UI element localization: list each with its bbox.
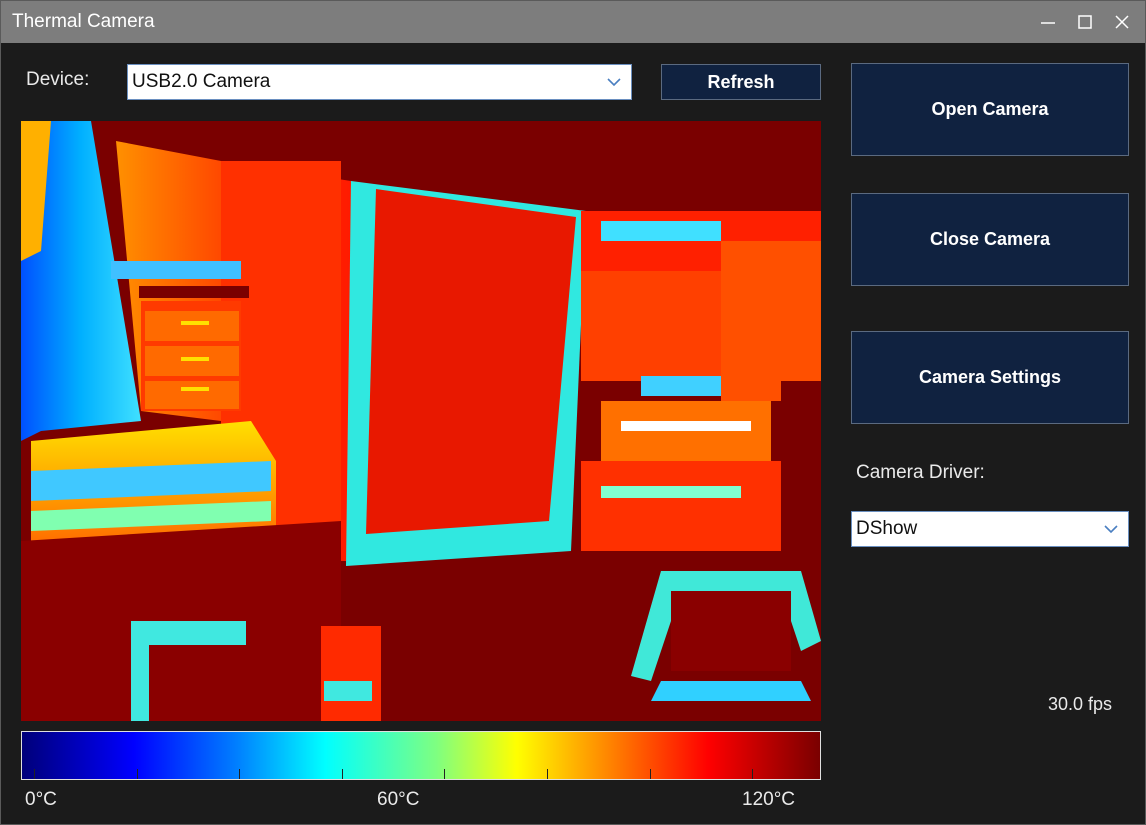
- colorbar-tick: [137, 769, 138, 779]
- thermal-image: [21, 121, 821, 721]
- fps-readout: 30.0 fps: [1048, 694, 1113, 714]
- camera-settings-button[interactable]: Camera Settings: [851, 331, 1129, 424]
- chevron-down-icon[interactable]: [1104, 512, 1118, 546]
- app-window: Thermal Camera Device: USB2.0 Camera Ref…: [0, 0, 1146, 825]
- colorbar-min-label: 0°C: [25, 789, 57, 810]
- colorbar-tick: [444, 769, 445, 779]
- device-select-value: USB2.0 Camera: [132, 71, 271, 92]
- colorbar-tick: [342, 769, 343, 779]
- camera-driver-label: Camera Driver:: [856, 462, 985, 483]
- temperature-colorbar: [21, 731, 821, 780]
- minimize-icon[interactable]: [1033, 7, 1063, 37]
- colorbar-tick: [650, 769, 651, 779]
- refresh-button[interactable]: Refresh: [661, 64, 821, 100]
- thermal-image-view: [21, 121, 821, 721]
- camera-driver-select[interactable]: DShow: [851, 511, 1129, 547]
- colorbar-tick: [547, 769, 548, 779]
- open-camera-button[interactable]: Open Camera: [851, 63, 1129, 156]
- chevron-down-icon[interactable]: [607, 65, 621, 99]
- close-icon[interactable]: [1107, 7, 1137, 37]
- window-title: Thermal Camera: [12, 11, 155, 32]
- colorbar-tick: [34, 769, 35, 779]
- colorbar-mid-label: 60°C: [377, 789, 420, 810]
- colorbar-max-label: 120°C: [742, 789, 796, 810]
- camera-driver-select-value: DShow: [856, 518, 918, 539]
- colorbar-tick: [239, 769, 240, 779]
- colorbar-tick: [752, 769, 753, 779]
- close-camera-button[interactable]: Close Camera: [851, 193, 1129, 286]
- title-bar[interactable]: Thermal Camera: [1, 1, 1145, 43]
- device-select[interactable]: USB2.0 Camera: [127, 64, 632, 100]
- maximize-icon[interactable]: [1070, 7, 1100, 37]
- device-label: Device:: [26, 69, 90, 90]
